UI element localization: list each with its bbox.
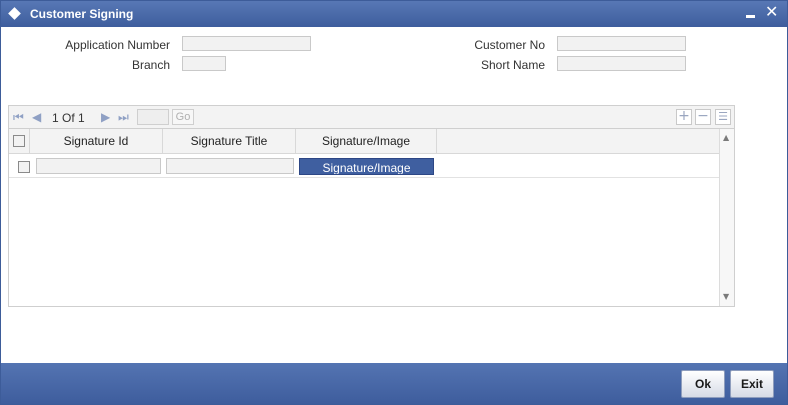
grid-vertical-scrollbar[interactable]: ▲ ▼: [719, 129, 734, 306]
delete-row-icon[interactable]: −: [695, 109, 711, 125]
add-row-icon[interactable]: +: [676, 109, 692, 125]
ok-button[interactable]: Ok: [681, 370, 725, 398]
close-icon[interactable]: ✕: [765, 3, 778, 21]
short-name-field[interactable]: [557, 56, 686, 71]
signature-image-button[interactable]: Signature/Image: [299, 158, 434, 175]
column-header-signature-id[interactable]: Signature Id: [30, 129, 163, 153]
scroll-up-icon[interactable]: ▲: [723, 133, 729, 142]
grid-toolbar: ⏮ ◀ 1 Of 1 ▶ ⏭ Go + − ☰: [8, 105, 735, 129]
page-number-input[interactable]: [137, 109, 169, 125]
window-diamond-icon: [8, 7, 21, 20]
select-all-checkbox[interactable]: [13, 135, 25, 147]
short-name-label: Short Name: [480, 58, 545, 72]
column-header-signature-image[interactable]: Signature/Image: [296, 129, 437, 153]
footer-bar: Ok Exit: [1, 363, 787, 404]
application-number-label: Application Number: [65, 38, 170, 52]
signature-title-input[interactable]: [166, 158, 294, 174]
minimize-icon[interactable]: [746, 15, 755, 18]
previous-page-icon[interactable]: ◀: [32, 110, 41, 124]
header-select-cell: [9, 129, 30, 153]
branch-field[interactable]: [182, 56, 226, 71]
grid-header: Signature Id Signature Title Signature/I…: [9, 129, 719, 154]
customer-signing-window: Customer Signing ✕ Application Number Br…: [0, 0, 788, 405]
first-page-icon[interactable]: ⏮: [13, 110, 24, 125]
go-button[interactable]: Go: [172, 109, 194, 125]
single-view-icon[interactable]: ☰: [715, 109, 731, 125]
row-checkbox[interactable]: [18, 161, 30, 173]
last-page-icon[interactable]: ⏭: [118, 110, 129, 125]
customer-no-field[interactable]: [557, 36, 686, 51]
page-indicator: 1 Of 1: [52, 111, 85, 125]
title-bar[interactable]: Customer Signing ✕: [1, 1, 787, 27]
column-header-signature-title[interactable]: Signature Title: [163, 129, 296, 153]
signature-id-input[interactable]: [36, 158, 161, 174]
customer-no-label: Customer No: [474, 38, 545, 52]
signature-grid: Signature Id Signature Title Signature/I…: [8, 129, 735, 307]
table-row: Signature/Image: [9, 154, 719, 178]
scroll-down-icon[interactable]: ▼: [723, 292, 729, 301]
next-page-icon[interactable]: ▶: [101, 110, 110, 124]
application-number-field[interactable]: [182, 36, 311, 51]
branch-label: Branch: [131, 58, 170, 72]
exit-button[interactable]: Exit: [730, 370, 774, 398]
window-title: Customer Signing: [30, 7, 134, 21]
